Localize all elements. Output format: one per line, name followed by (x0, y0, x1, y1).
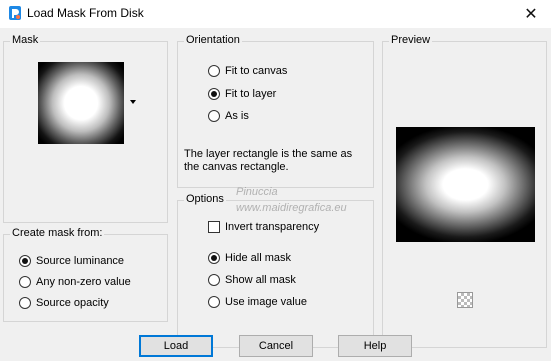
radio-label: Source luminance (36, 255, 125, 267)
radio-label: Hide all mask (225, 252, 292, 264)
mask-group-label: Mask (10, 34, 41, 46)
close-button[interactable]: ✕ (511, 0, 551, 28)
chevron-down-icon[interactable] (130, 100, 136, 104)
radio-button[interactable] (19, 276, 31, 288)
watermark-url: www.maidiregrafica.eu (236, 202, 347, 214)
radio-label: Fit to canvas (225, 65, 288, 77)
radio-label: As is (225, 110, 249, 122)
radio-hide-all-mask[interactable]: Hide all mask (208, 252, 291, 264)
radio-show-all-mask[interactable]: Show all mask (208, 274, 296, 286)
title-bar: Load Mask From Disk ✕ (0, 0, 551, 28)
radio-button[interactable] (208, 296, 220, 308)
close-icon: ✕ (524, 6, 538, 23)
radio-button[interactable] (19, 255, 31, 267)
orientation-note: The layer rectangle is the same as the c… (184, 148, 353, 173)
radio-label: Use image value (225, 296, 307, 308)
radio-label: Source opacity (36, 297, 109, 309)
radio-label: Show all mask (225, 274, 296, 286)
load-button[interactable]: Load (139, 335, 213, 357)
radio-source-luminance[interactable]: Source luminance (19, 255, 124, 267)
app-icon (9, 6, 21, 20)
checkbox-label: Invert transparency (225, 221, 320, 233)
orientation-label: Orientation (184, 34, 242, 46)
radio-button[interactable] (208, 252, 220, 264)
radio-source-opacity[interactable]: Source opacity (19, 297, 109, 309)
checkerboard-icon[interactable] (457, 292, 473, 308)
radio-button[interactable] (208, 110, 220, 122)
watermark-name: Pinuccia (236, 186, 278, 198)
preview-group: Preview (382, 34, 547, 348)
radio-button[interactable] (208, 274, 220, 286)
options-group: Options Invert transparency Hide all mas… (177, 193, 374, 348)
dialog-body: Mask Create mask from: Source luminance … (0, 28, 551, 361)
radio-button[interactable] (208, 65, 220, 77)
create-mask-from-label: Create mask from: (10, 227, 105, 239)
orientation-group: Orientation Fit to canvas Fit to layer A… (177, 34, 374, 188)
radio-use-image-value[interactable]: Use image value (208, 296, 307, 308)
preview-label: Preview (389, 34, 433, 46)
help-button[interactable]: Help (338, 335, 412, 357)
radio-fit-to-canvas[interactable]: Fit to canvas (208, 65, 287, 77)
radio-as-is[interactable]: As is (208, 110, 249, 122)
radio-button[interactable] (19, 297, 31, 309)
preview-image (396, 127, 535, 242)
radio-fit-to-layer[interactable]: Fit to layer (208, 88, 276, 100)
checkbox[interactable] (208, 221, 220, 233)
mask-group: Mask (3, 34, 168, 223)
invert-transparency-checkbox[interactable]: Invert transparency (208, 221, 319, 233)
cancel-button[interactable]: Cancel (239, 335, 313, 357)
create-mask-from-group: Create mask from: Source luminance Any n… (3, 227, 168, 322)
options-label: Options (184, 193, 226, 205)
radio-label: Any non-zero value (36, 276, 131, 288)
window-title: Load Mask From Disk (27, 6, 144, 20)
mask-thumbnail[interactable] (38, 62, 124, 144)
radio-any-non-zero-value[interactable]: Any non-zero value (19, 276, 131, 288)
radio-button[interactable] (208, 88, 220, 100)
radio-label: Fit to layer (225, 88, 277, 100)
